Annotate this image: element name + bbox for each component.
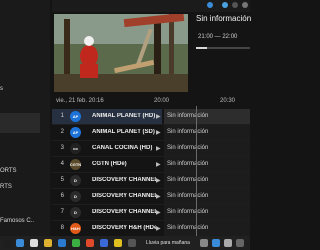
sidebar-item-sports[interactable]: ORTS	[0, 168, 17, 174]
video-player[interactable]	[54, 14, 188, 92]
tray-icon-1[interactable]	[200, 239, 208, 247]
program-cell[interactable]: Sin información	[164, 221, 250, 236]
channel-name: CANAL COCINA (HD)	[92, 145, 153, 151]
play-icon[interactable]: ▶	[156, 225, 161, 232]
play-icon[interactable]: ▶	[156, 113, 161, 120]
timeline-tick-2000: 20:00	[154, 98, 170, 104]
app-icon	[207, 2, 213, 8]
channel-row[interactable]: 5D DISCOVERY CHANNEL (...▶Sin información	[52, 173, 250, 189]
channel-logo-icon: D	[70, 191, 81, 202]
channel-cell[interactable]: 5D DISCOVERY CHANNEL (...▶	[52, 173, 162, 188]
play-icon[interactable]: ▶	[156, 177, 161, 184]
channel-number: 8	[60, 225, 64, 231]
channel-logo-icon: D	[70, 207, 81, 218]
sidebar-active-highlight	[0, 113, 40, 133]
channel-row[interactable]: 8 H&H DISCOVERY H&H (HDe) ▶ Sin información	[52, 221, 250, 237]
channel-row[interactable]: 6 D DISCOVERY CHANNEL... ▶ Sin información	[52, 189, 250, 205]
channel-logo-icon: AP	[70, 111, 81, 122]
tray-icon-3[interactable]	[224, 239, 232, 247]
channel-logo-icon: AP	[70, 127, 81, 138]
channel-row[interactable]: 7 D DISCOVERY CHANNEL... ▶ Sin información	[52, 205, 250, 221]
channel-cell[interactable]: 3 co CANAL COCINA (HD) ▶	[52, 141, 162, 156]
play-icon[interactable]: ▶	[156, 193, 161, 200]
channel-number: 6	[60, 193, 64, 199]
program-cell[interactable]: Sin información	[164, 157, 250, 172]
search-icon[interactable]	[30, 239, 38, 247]
epg-timeline: vie., 21 feb. 20:16 20:00 20:30	[52, 95, 250, 107]
program-cell[interactable]: Sin información	[164, 125, 250, 140]
channel-name: DISCOVERY H&H (HDe)	[92, 225, 156, 231]
channel-name: DISCOVERY CHANNEL (...	[92, 177, 156, 183]
channel-row[interactable]: 2 AP ANIMAL PLANET (SD) ▶ Sin información	[52, 125, 250, 141]
channel-cell[interactable]: 4 CGTN CGTN (HDe) ▶	[52, 157, 162, 172]
channel-logo-icon: co	[70, 143, 81, 154]
channel-name: ANIMAL PLANET (SD)	[92, 129, 155, 135]
channel-cell[interactable]: 2 AP ANIMAL PLANET (SD) ▶	[52, 125, 162, 140]
sidebar-item-famosos[interactable]: Famosos C..	[0, 218, 34, 224]
sidebar-item-rts[interactable]: RTS	[0, 184, 12, 190]
channel-logo-icon: D	[70, 175, 81, 186]
channel-cell[interactable]: 6 D DISCOVERY CHANNEL... ▶	[52, 189, 162, 204]
minimize-icon[interactable]	[232, 2, 238, 8]
channel-number: 5	[60, 177, 64, 183]
channel-row[interactable]: 1 AP ANIMAL PLANET (HD) ▶ Sin información	[52, 109, 250, 125]
program-cell[interactable]: Sin información	[164, 189, 250, 204]
channel-number: 3	[60, 145, 64, 151]
program-cell[interactable]: Sin información	[164, 173, 250, 188]
channel-number: 4	[60, 161, 64, 167]
channel-row[interactable]: 4 CGTN CGTN (HDe) ▶ Sin información	[52, 157, 250, 173]
channel-name: DISCOVERY CHANNEL...	[92, 193, 156, 199]
file-explorer-icon[interactable]	[44, 239, 52, 247]
channel-logo-icon: CGTN	[70, 159, 81, 170]
tray-icon-2[interactable]	[212, 239, 220, 247]
program-time-range: 21:00 — 22:00	[198, 34, 238, 40]
edge-icon[interactable]	[58, 239, 66, 247]
play-icon[interactable]: ▶	[156, 145, 161, 152]
close-icon[interactable]	[242, 2, 248, 8]
play-icon[interactable]: ▶	[156, 161, 161, 168]
app-icon-red[interactable]	[86, 239, 94, 247]
program-progress-fill	[196, 47, 207, 49]
program-title: Sin información	[196, 14, 252, 23]
channel-name: CGTN (HDe)	[92, 161, 127, 167]
program-cell[interactable]: Sin información	[164, 109, 250, 124]
channel-name: ANIMAL PLANET (HD)	[92, 113, 156, 119]
channel-logo-icon: H&H	[70, 223, 81, 234]
app-icon-yellow[interactable]	[114, 239, 122, 247]
program-cell[interactable]: Sin información	[164, 205, 250, 220]
program-cell[interactable]: Sin información	[164, 141, 250, 156]
weather-icon[interactable]	[4, 239, 12, 247]
channel-cell[interactable]: 1 AP ANIMAL PLANET (HD) ▶	[52, 109, 162, 124]
channel-name: DISCOVERY CHANNEL...	[92, 209, 156, 215]
channel-number: 2	[60, 129, 64, 135]
weather-forecast-text: Lluvia para mañana	[146, 240, 190, 246]
program-progress-bar	[196, 47, 250, 49]
chrome-icon[interactable]	[72, 239, 80, 247]
timeline-tick-2030: 20:30	[220, 98, 236, 104]
sidebar-item-1[interactable]: s	[0, 86, 3, 92]
app-icon-blue[interactable]	[100, 239, 108, 247]
window-titlebar	[52, 0, 250, 12]
channel-cell[interactable]: 8 H&H DISCOVERY H&H (HDe) ▶	[52, 221, 162, 236]
play-icon[interactable]: ▶	[156, 209, 161, 216]
start-icon[interactable]	[16, 239, 24, 247]
program-info-panel: Sin información 21:00 — 22:00	[196, 14, 252, 92]
channel-number: 7	[60, 209, 64, 215]
app-icon-grey[interactable]	[128, 239, 136, 247]
channel-number: 1	[60, 113, 64, 119]
video-frame-image	[54, 14, 188, 92]
tray-icon-4[interactable]	[236, 239, 244, 247]
sidebar: s ORTS RTS Famosos C..	[0, 0, 50, 236]
current-time-line	[196, 106, 197, 236]
windows-taskbar: Lluvia para mañana	[0, 236, 250, 250]
play-icon[interactable]: ▶	[156, 129, 161, 136]
channel-row[interactable]: 3 co CANAL COCINA (HD) ▶ Sin información	[52, 141, 250, 157]
app-icon-2	[222, 2, 228, 8]
timeline-date: vie., 21 feb. 20:16	[56, 98, 104, 104]
channel-cell[interactable]: 7 D DISCOVERY CHANNEL... ▶	[52, 205, 162, 220]
